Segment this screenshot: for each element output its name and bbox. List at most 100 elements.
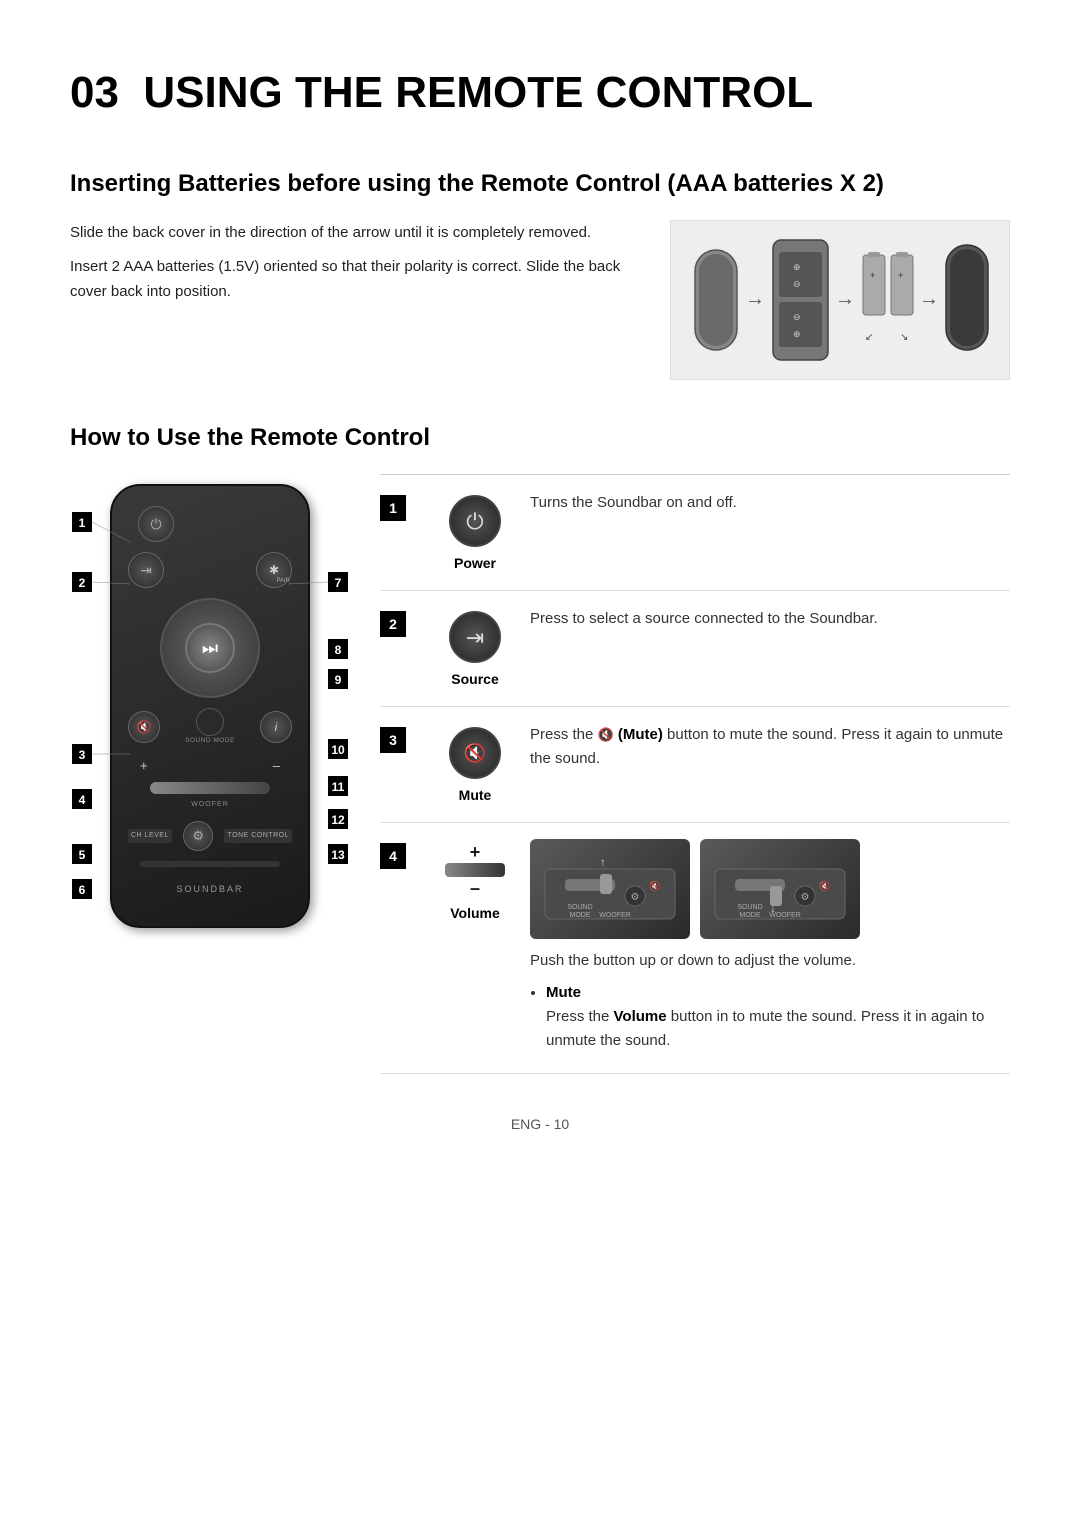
info-row-power: 1 ⏻ Power Turns the Soundbar on and off. [380,475,1010,591]
batteries-text: Slide the back cover in the direction of… [70,220,640,305]
volume-slider-diagram [445,863,505,877]
volume-image-1: ⚙ SOUND MODE WOOFER 🔇 ↑ [530,839,690,939]
svg-text:⚙: ⚙ [801,892,810,903]
info-icon-source: ⇥ Source [430,607,520,690]
svg-text:→: → [835,288,855,310]
how-to-section: How to Use the Remote Control ⏻ [70,420,1010,1074]
mute-bullet-title: Mute [546,984,581,1001]
svg-text:→: → [919,288,939,310]
info-num-3: 3 [380,723,430,806]
svg-text:⊖: ⊖ [793,279,801,289]
svg-text:7: 7 [335,576,342,590]
remote-diagram: ⏻ ⇥ ✱ PAIR [70,474,350,938]
svg-text:8: 8 [335,643,342,657]
svg-text:↓: ↓ [770,901,776,915]
svg-text:🔇: 🔇 [649,880,660,891]
page-title: 03 USING THE REMOTE CONTROL [70,60,1010,126]
volume-plus-minus: + – [445,843,505,897]
volume-slider[interactable] [150,782,270,794]
source-label: Source [451,669,498,690]
svg-text:1: 1 [79,516,86,530]
svg-text:⊖: ⊖ [793,312,801,322]
play-pause-button[interactable]: ⏭ [185,623,235,673]
power-icon-circle: ⏻ [449,495,501,547]
svg-text:MODE: MODE [570,912,591,919]
volume-minus-icon: – [470,879,480,897]
svg-text:6: 6 [79,883,86,897]
source-button[interactable]: ⇥ [128,552,164,588]
svg-text:3: 3 [79,748,86,762]
info-button[interactable]: i [260,711,292,743]
dpad[interactable]: ⏭ [160,598,260,698]
power-button[interactable]: ⏻ [138,506,174,542]
source-description: Press to select a source connected to th… [520,607,1010,690]
power-label: Power [454,553,496,574]
info-table: 1 ⏻ Power Turns the Soundbar on and off. [380,474,1010,1074]
svg-text:↙: ↙ [865,332,873,343]
volume-label: Volume [450,903,500,924]
info-icon-power: ⏻ Power [430,491,520,574]
info-icon-mute: 🔇 Mute [430,723,520,806]
info-row-source: 2 ⇥ Source Press to select a source conn… [380,591,1010,707]
mute-icon-circle: 🔇 [449,727,501,779]
settings-button[interactable]: ⚙ [183,821,213,851]
svg-text:↑: ↑ [600,855,606,869]
mute-icon: 🔇 [137,718,152,736]
power-icon: ⏻ [150,514,161,535]
batteries-heading: Inserting Batteries before using the Rem… [70,166,1010,202]
svg-text:13: 13 [331,848,345,862]
power-symbol-icon: ⏻ [466,505,483,538]
tone-control-button[interactable]: TONE CONTROL [224,829,292,844]
volume-bullet-list: Mute Press the Volume button in to mute … [530,981,1010,1053]
svg-text:2: 2 [79,576,86,590]
svg-text:4: 4 [79,793,86,807]
info-icon: i [275,718,278,736]
svg-text:5: 5 [79,848,86,862]
bluetooth-pair-button[interactable]: ✱ PAIR [256,552,292,588]
mute-symbol-icon: 🔇 [464,740,486,767]
svg-text:9: 9 [335,673,342,687]
source-icon: ⇥ [140,560,152,581]
svg-text:SOUND: SOUND [567,904,592,911]
volume-push-text: Push the button up or down to adjust the… [530,952,856,969]
batteries-diagram-image: → ⊕ ⊖ ⊖ ⊕ → + [670,220,1010,380]
svg-text:SOUND: SOUND [737,904,762,911]
svg-text:+: + [870,270,875,280]
svg-text:⊕: ⊕ [793,262,801,272]
volume-images: ⚙ SOUND MODE WOOFER 🔇 ↑ [530,839,1010,939]
svg-text:⊕: ⊕ [793,329,801,339]
volume-image-2: ⚙ SOUND MODE WOOFER 🔇 ↓ [700,839,860,939]
svg-text:🔇: 🔇 [819,880,830,891]
svg-text:MODE: MODE [740,912,761,919]
svg-text:10: 10 [331,743,345,757]
svg-text:⚙: ⚙ [631,892,640,903]
gear-icon: ⚙ [192,826,204,846]
info-num-2: 2 [380,607,430,690]
mute-bullet-text: Press the Volume button in to mute the s… [546,1008,984,1049]
info-row-volume: 4 + – Volume [380,823,1010,1074]
mute-label: Mute [459,785,492,806]
svg-text:+: + [898,270,903,280]
mute-button[interactable]: 🔇 [128,711,160,743]
ch-level-button[interactable]: CH LEVEL [128,829,172,844]
page-footer: ENG - 10 [70,1114,1010,1135]
svg-text:12: 12 [331,813,345,827]
svg-text:WOOFER: WOOFER [599,912,631,919]
mute-description: Press the 🔇 (Mute) button to mute the so… [520,723,1010,806]
volume-plus-label: + [140,756,148,776]
svg-text:11: 11 [332,780,345,794]
source-icon-circle: ⇥ [449,611,501,663]
power-description: Turns the Soundbar on and off. [520,491,1010,574]
info-num-4: 4 [380,839,430,1057]
remote-body: ⏻ ⇥ ✱ PAIR [110,484,310,928]
remote-brand-label: SOUNDBAR [128,883,292,897]
source-symbol-icon: ⇥ [466,621,484,654]
info-num-1: 1 [380,491,430,574]
volume-minus-label: – [273,756,280,776]
volume-plus-icon: + [470,843,481,861]
info-icon-volume: + – Volume [430,839,520,1057]
footer-text: ENG - 10 [511,1116,569,1132]
svg-text:↘: ↘ [900,332,908,343]
volume-description: ⚙ SOUND MODE WOOFER 🔇 ↑ [520,839,1010,1057]
batteries-section: Inserting Batteries before using the Rem… [70,166,1010,380]
